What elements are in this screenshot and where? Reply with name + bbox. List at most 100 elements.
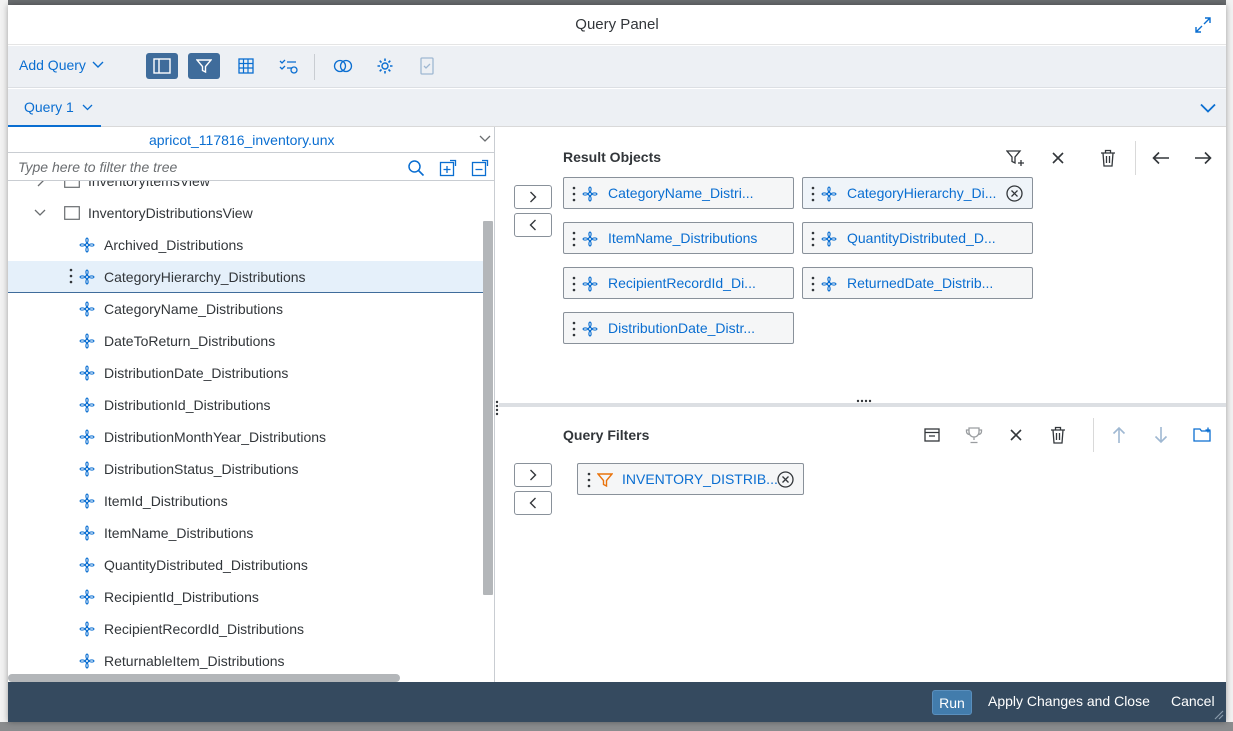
data-preview-button[interactable] bbox=[230, 53, 262, 79]
tree-item-dimension[interactable]: ReturnableItem_Distributions bbox=[8, 645, 483, 677]
tree-horizontal-scrollbar[interactable] bbox=[8, 674, 400, 682]
tree-vertical-scrollbar[interactable] bbox=[483, 221, 493, 595]
delete-icon[interactable] bbox=[1098, 148, 1118, 168]
tree-folder-inventorydistributionsview[interactable]: InventoryDistributionsView bbox=[8, 197, 483, 229]
tree-item-dimension[interactable]: QuantityDistributed_Distributions bbox=[8, 549, 483, 581]
view-script-button[interactable] bbox=[411, 53, 443, 79]
tree-item-label: ReturnableItem_Distributions bbox=[104, 653, 285, 669]
dimension-icon bbox=[79, 557, 95, 573]
add-filter-icon[interactable] bbox=[1006, 148, 1026, 168]
tree-item-dimension[interactable]: RecipientId_Distributions bbox=[8, 581, 483, 613]
filter-pane-toggle-button[interactable] bbox=[188, 53, 220, 79]
tree-item-label: DistributionDate_Distributions bbox=[104, 365, 289, 381]
tree-item-dimension[interactable]: Archived_Distributions bbox=[8, 229, 483, 261]
remove-circle-icon[interactable] bbox=[777, 471, 794, 488]
result-object-chip[interactable]: RecipientRecordId_Di... bbox=[563, 267, 794, 299]
tree-folder-inventoryitemsview[interactable]: InventoryItemsView bbox=[8, 181, 483, 197]
filter-chip-label: INVENTORY_DISTRIB... bbox=[622, 471, 778, 487]
result-object-chip[interactable]: CategoryName_Distri... bbox=[563, 177, 794, 209]
drag-handle-icon[interactable] bbox=[587, 472, 591, 488]
arrow-left-icon[interactable] bbox=[1151, 148, 1171, 168]
add-to-filters-button[interactable] bbox=[514, 463, 552, 487]
expand-all-icon[interactable] bbox=[439, 159, 457, 177]
prompt-icon[interactable] bbox=[922, 425, 942, 445]
arrow-down-icon[interactable] bbox=[1151, 425, 1171, 445]
drag-handle-icon[interactable] bbox=[572, 231, 576, 247]
tab-query-1[interactable]: Query 1 bbox=[8, 89, 101, 127]
background-app-left bbox=[0, 0, 8, 731]
dialog-title: Query Panel bbox=[575, 16, 659, 33]
tree-filter-input[interactable] bbox=[8, 154, 403, 180]
tree-item-dimension[interactable]: ItemId_Distributions bbox=[8, 485, 483, 517]
dimension-icon bbox=[79, 397, 95, 413]
dimension-icon bbox=[582, 321, 598, 337]
resize-grip-icon[interactable] bbox=[1214, 710, 1224, 720]
add-to-results-button[interactable] bbox=[514, 185, 552, 209]
remove-from-filters-button[interactable] bbox=[514, 491, 552, 515]
drag-handle-icon[interactable] bbox=[811, 231, 815, 247]
remove-from-results-button[interactable] bbox=[514, 213, 552, 237]
splitter-grip-icon[interactable] bbox=[856, 399, 872, 403]
remove-circle-icon[interactable] bbox=[1006, 185, 1023, 202]
result-object-chip[interactable]: ItemName_Distributions bbox=[563, 222, 794, 254]
close-icon[interactable] bbox=[1006, 425, 1026, 445]
tree-item-dimension[interactable]: CategoryName_Distributions bbox=[8, 293, 483, 325]
arrow-up-icon[interactable] bbox=[1109, 425, 1129, 445]
tree-item-dimension[interactable]: DistributionStatus_Distributions bbox=[8, 453, 483, 485]
drag-handle-icon[interactable] bbox=[572, 186, 576, 202]
collapse-all-icon[interactable] bbox=[471, 159, 489, 177]
result-object-chip[interactable]: DistributionDate_Distr... bbox=[563, 312, 794, 344]
drag-handle-icon[interactable] bbox=[811, 276, 815, 292]
tree-item-dimension[interactable]: ItemName_Distributions bbox=[8, 517, 483, 549]
tree-item-dimension[interactable]: DateToReturn_Distributions bbox=[8, 325, 483, 357]
section-splitter[interactable] bbox=[499, 403, 1226, 407]
arrow-right-icon[interactable] bbox=[1193, 148, 1213, 168]
result-object-chip[interactable]: ReturnedDate_Distrib... bbox=[802, 267, 1033, 299]
add-query-button[interactable]: Add Query bbox=[19, 57, 104, 73]
result-object-label: DistributionDate_Distr... bbox=[608, 320, 756, 336]
dimension-icon bbox=[79, 621, 95, 637]
tree-item-dimension[interactable]: CategoryHierarchy_Distributions bbox=[8, 261, 483, 293]
tree-item-label: DistributionId_Distributions bbox=[104, 397, 271, 413]
dimension-icon bbox=[79, 589, 95, 605]
collapse-header-button[interactable] bbox=[1200, 100, 1216, 118]
folder-icon bbox=[64, 206, 80, 220]
background-app-right bbox=[1226, 0, 1233, 731]
tree-item-dimension[interactable]: DistributionMonthYear_Distributions bbox=[8, 421, 483, 453]
chevron-right-icon[interactable] bbox=[37, 181, 44, 187]
result-object-chip[interactable]: CategoryHierarchy_Di... bbox=[802, 177, 1033, 209]
fullscreen-icon[interactable] bbox=[1194, 16, 1212, 34]
apply-changes-close-button[interactable]: Apply Changes and Close bbox=[988, 693, 1150, 709]
filter-chip[interactable]: INVENTORY_DISTRIB... bbox=[577, 463, 804, 495]
close-icon[interactable] bbox=[1048, 148, 1068, 168]
chevron-down-icon[interactable] bbox=[82, 104, 93, 111]
chevron-down-icon bbox=[92, 61, 104, 68]
chevron-down-icon[interactable] bbox=[34, 209, 46, 217]
tree-item-dimension[interactable]: RecipientRecordId_Distributions bbox=[8, 613, 483, 645]
cancel-button[interactable]: Cancel bbox=[1171, 693, 1215, 709]
tree-item-dimension[interactable]: DistributionId_Distributions bbox=[8, 389, 483, 421]
toolbar-separator bbox=[314, 54, 315, 80]
result-object-label: QuantityDistributed_D... bbox=[847, 230, 996, 246]
tree-item-dimension[interactable]: DistributionDate_Distributions bbox=[8, 357, 483, 389]
query-settings-button[interactable] bbox=[369, 53, 401, 79]
tree-item-label: QuantityDistributed_Distributions bbox=[104, 557, 308, 573]
ranking-icon[interactable] bbox=[964, 425, 984, 445]
drag-handle-icon[interactable] bbox=[811, 186, 815, 202]
tree-item-label: ItemId_Distributions bbox=[104, 493, 228, 509]
drag-handle-icon[interactable] bbox=[572, 321, 576, 337]
delete-icon[interactable] bbox=[1048, 425, 1068, 445]
tab-label: Query 1 bbox=[24, 99, 74, 115]
universe-select[interactable]: apricot_117816_inventory.unx bbox=[8, 127, 494, 153]
result-object-chip[interactable]: QuantityDistributed_D... bbox=[802, 222, 1033, 254]
drag-handle-icon[interactable] bbox=[572, 276, 576, 292]
run-button[interactable]: Run bbox=[932, 690, 972, 715]
sidebar-toggle-button[interactable] bbox=[146, 53, 178, 79]
add-subquery-icon[interactable] bbox=[1193, 425, 1213, 445]
query-properties-button[interactable] bbox=[272, 53, 304, 79]
drag-handle-icon[interactable] bbox=[69, 268, 73, 284]
dimension-icon bbox=[821, 186, 837, 202]
search-icon[interactable] bbox=[407, 159, 425, 177]
combined-query-button[interactable] bbox=[327, 53, 359, 79]
dimension-icon bbox=[582, 186, 598, 202]
